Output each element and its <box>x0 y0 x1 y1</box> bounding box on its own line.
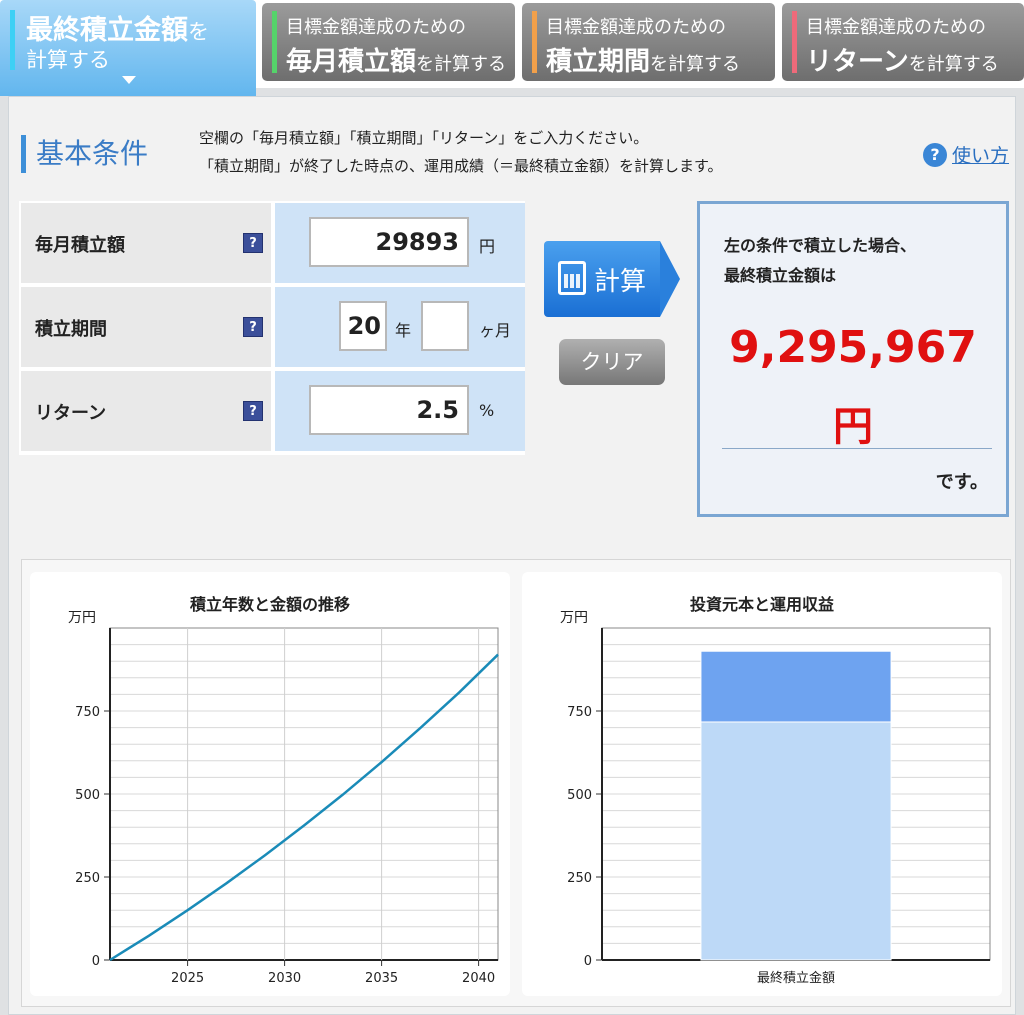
section-title: 基本条件 <box>21 135 148 173</box>
result-line-1: 左の条件で積立した場合、 <box>724 236 917 255</box>
tab-sublabel: 計算する <box>26 48 110 72</box>
question-icon[interactable]: ? <box>243 401 263 421</box>
monthly-amount-input[interactable]: 29893 <box>309 217 469 267</box>
tab-accent-bar <box>792 11 797 73</box>
x-category-label: 最終積立金額 <box>757 970 835 986</box>
tab-final-amount[interactable]: 最終積立金額を 計算する <box>0 0 256 96</box>
tab-label: 目標金額達成のための <box>546 17 726 38</box>
calculate-button-label: 計算 <box>594 267 647 297</box>
yen-unit: 円 <box>479 237 496 256</box>
y-tick-label: 250 <box>75 871 100 886</box>
result-suffix: です。 <box>935 472 988 493</box>
calculator-icon <box>558 261 586 295</box>
tab-label: 目標金額達成のための <box>806 17 986 38</box>
y-tick-label: 750 <box>567 705 592 720</box>
result-box: 左の条件で積立した場合、 最終積立金額は 9,295,967 円 です。 <box>697 201 1009 517</box>
chart-title: 積立年数と金額の推移 <box>189 595 350 614</box>
form-row-monthly: 毎月積立額 ? 29893 円 <box>19 201 525 283</box>
result-yen: 円 <box>833 404 873 450</box>
tab-sublabel-suffix: を計算する <box>416 54 507 75</box>
description-line-2: 「積立期間」が終了した時点の、運用成績（＝最終積立金額）を計算します。 <box>199 157 723 175</box>
clear-button[interactable]: クリア <box>559 339 665 385</box>
tab-label-suffix: を <box>188 20 209 44</box>
question-icon[interactable]: ? <box>243 233 263 253</box>
x-tick-label: 2025 <box>171 971 204 986</box>
question-icon: ? <box>923 142 947 167</box>
form-row-return: リターン ? 2.5 % <box>19 369 525 451</box>
bar-chart: 投資元本と運用収益万円 0 250 500 750 最終積立金額 <box>560 595 991 986</box>
caret-down-icon <box>122 76 136 84</box>
tab-bar: 最終積立金額を 計算する 目標金額達成のための 毎月積立額を計算する 目標金額達… <box>0 0 1024 96</box>
calculate-button[interactable]: 計算 <box>544 241 680 317</box>
main-panel: 基本条件 空欄の「毎月積立額」「積立期間」「リターン」をご入力ください。 「積立… <box>8 96 1016 1015</box>
return-input[interactable]: 2.5 <box>309 385 469 435</box>
form-row-period: 積立期間 ? 20 年 ヶ月 <box>19 285 525 367</box>
charts-area: 積立年数と金額の推移万円 0 250 500 750 2025 2030 2035 2040 投… <box>21 559 1011 1007</box>
years-input[interactable]: 20 <box>339 301 387 351</box>
tab-period[interactable]: 目標金額達成のための 積立期間を計算する <box>522 3 775 81</box>
bar-chart-card: 投資元本と運用収益万円 0 250 500 750 最終積立金額 <box>522 572 1002 996</box>
y-tick-label: 0 <box>92 954 100 969</box>
y-axis-unit: 万円 <box>68 610 96 626</box>
y-tick-label: 750 <box>75 705 100 720</box>
percent-unit: % <box>479 401 495 420</box>
tab-return[interactable]: 目標金額達成のための リターンを計算する <box>782 3 1024 81</box>
tab-sublabel: 積立期間 <box>546 47 651 77</box>
tab-accent-bar <box>532 11 537 73</box>
tab-label: 目標金額達成のための <box>286 17 466 38</box>
tab-sublabel-suffix: を計算する <box>908 54 999 75</box>
question-icon[interactable]: ? <box>243 317 263 337</box>
help-link[interactable]: ? 使い方 <box>923 141 1009 168</box>
months-unit: ヶ月 <box>479 321 512 340</box>
tab-accent-bar <box>272 11 277 73</box>
result-line-2: 最終積立金額は <box>724 266 837 285</box>
tab-sublabel: リターン <box>806 47 909 77</box>
line-chart-card: 積立年数と金額の推移万円 0 250 500 750 2025 2030 2035 2040 <box>30 572 510 996</box>
tab-label: 最終積立金額 <box>26 15 188 46</box>
y-tick-label: 0 <box>584 954 592 969</box>
tab-sublabel-suffix: を計算する <box>650 54 741 75</box>
bar-segment <box>700 650 892 723</box>
chart-title: 投資元本と運用収益 <box>690 595 834 614</box>
series-line <box>109 653 499 962</box>
x-tick-label: 2035 <box>365 971 398 986</box>
return-label: リターン <box>35 403 107 424</box>
help-link-text[interactable]: 使い方 <box>952 141 1009 168</box>
x-tick-label: 2030 <box>268 971 301 986</box>
result-amount: 9,295,967 <box>729 322 977 373</box>
tab-sublabel: 毎月積立額 <box>286 47 417 77</box>
conditions-form: 毎月積立額 ? 29893 円 積立期間 ? 20 年 ヶ月 リターン ? 2.… <box>19 201 525 455</box>
y-tick-label: 500 <box>567 788 592 803</box>
bar-segment <box>700 721 892 961</box>
years-unit: 年 <box>395 321 412 340</box>
tab-monthly-amount[interactable]: 目標金額達成のための 毎月積立額を計算する <box>262 3 515 81</box>
y-tick-label: 500 <box>75 788 100 803</box>
period-label: 積立期間 <box>35 319 107 340</box>
y-tick-label: 250 <box>567 871 592 886</box>
divider <box>722 448 992 449</box>
months-input[interactable] <box>421 301 469 351</box>
tab-accent-bar <box>10 10 15 70</box>
x-tick-label: 2040 <box>462 971 495 986</box>
monthly-label: 毎月積立額 <box>35 235 125 256</box>
y-axis-unit: 万円 <box>560 610 588 626</box>
line-chart: 積立年数と金額の推移万円 0 250 500 750 2025 2030 2035 2040 <box>68 595 499 986</box>
description-line-1: 空欄の「毎月積立額」「積立期間」「リターン」をご入力ください。 <box>199 129 649 147</box>
